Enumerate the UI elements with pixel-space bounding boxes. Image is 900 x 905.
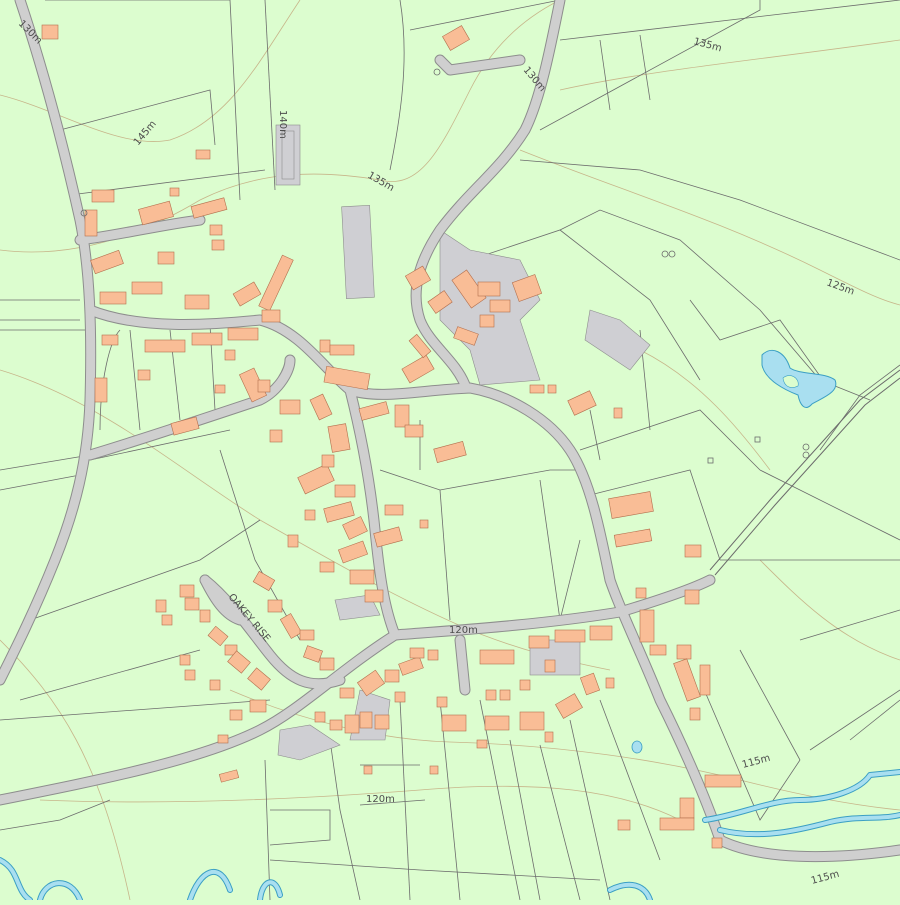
map-svg[interactable]: 130m 145m 140m 135m 130m 135m 125m 120m … <box>0 0 900 903</box>
contour-label-140: 140m <box>277 110 288 139</box>
contour-label-120-s: 120m <box>366 794 395 805</box>
contour-label-120-road: 120m <box>449 625 478 636</box>
map-canvas[interactable]: 130m 145m 140m 135m 130m 135m 125m 120m … <box>0 0 900 903</box>
